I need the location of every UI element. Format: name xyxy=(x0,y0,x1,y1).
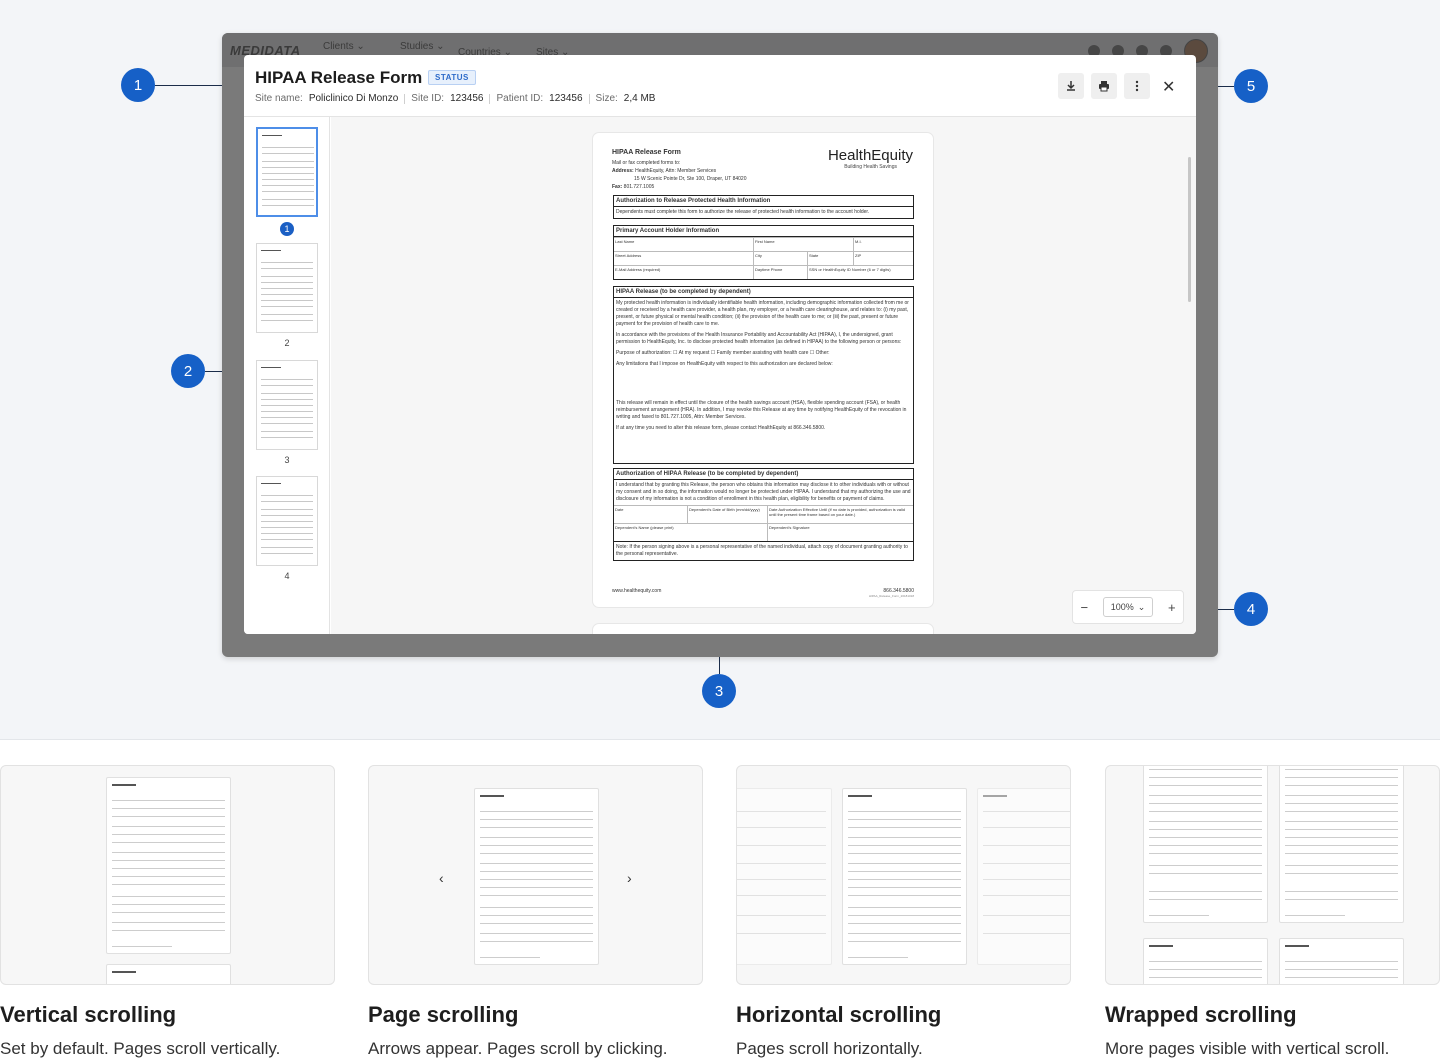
mini-page xyxy=(474,788,599,965)
doc-section: Authorization to Release Protected Healt… xyxy=(613,195,914,219)
mini-page xyxy=(106,964,231,984)
size-value: 2,4 MB xyxy=(623,93,656,104)
mini-page xyxy=(1279,938,1404,984)
document-page: HIPAA Release Form Mail or fax completed… xyxy=(593,133,933,607)
doc-footer-url: www.healthequity.com xyxy=(612,588,662,594)
mini-page xyxy=(106,777,231,954)
wrapped-scrolling-preview xyxy=(1105,765,1440,985)
card-title: Wrapped scrolling xyxy=(1105,1002,1297,1027)
mini-page xyxy=(842,788,967,965)
print-button[interactable] xyxy=(1091,73,1117,99)
size-label: Size: xyxy=(595,93,618,104)
doc-section: HIPAA Release (to be completed by depend… xyxy=(613,286,914,464)
download-button[interactable] xyxy=(1058,73,1084,99)
healthequity-logo: HealthEquity xyxy=(827,147,913,164)
card-description: More pages visible with vertical scroll. xyxy=(1105,1039,1390,1058)
more-button[interactable] xyxy=(1124,73,1150,99)
callout-line xyxy=(1218,86,1234,87)
patient-id-value: 123456 xyxy=(549,93,583,104)
callout-badge: 2 xyxy=(171,354,205,388)
card-title: Page scrolling xyxy=(368,1002,519,1027)
modal-header: HIPAA Release Form STATUS Site name: Pol… xyxy=(244,55,1196,117)
page-scrolling-preview: ‹ › xyxy=(368,765,703,985)
divider xyxy=(404,93,406,104)
card-title: Horizontal scrolling xyxy=(736,1002,942,1027)
thumbnail-sidebar[interactable]: 1 2 3 4 xyxy=(244,117,330,634)
card-description: Set by default. Pages scroll vertically. xyxy=(0,1039,281,1058)
site-name-label: Site name: xyxy=(255,93,303,104)
callout-badge: 1 xyxy=(121,68,155,102)
document-canvas[interactable]: HIPAA Release Form Mail or fax completed… xyxy=(331,117,1196,634)
site-name-value: Policlinico Di Monzo xyxy=(308,93,399,104)
site-id-label: Site ID: xyxy=(411,93,445,104)
status-badge: STATUS xyxy=(428,70,476,85)
close-button[interactable]: ✕ xyxy=(1162,77,1175,97)
document-viewer-modal: HIPAA Release Form STATUS Site name: Pol… xyxy=(244,55,1196,634)
doc-section: Primary Account Holder Information Last … xyxy=(613,225,914,280)
callout-line xyxy=(719,657,720,674)
thumbnail-page[interactable] xyxy=(256,127,318,217)
callout-badge: 4 xyxy=(1234,592,1268,626)
chevron-down-icon: ⌄ xyxy=(1137,601,1146,612)
thumbnail-number: 4 xyxy=(284,571,290,581)
card-description: Pages scroll horizontally. xyxy=(736,1039,923,1058)
healthequity-tagline: Building Health Savings xyxy=(844,164,897,170)
doc-title: HIPAA Release Form xyxy=(612,149,681,156)
thumbnail-page[interactable] xyxy=(256,476,318,566)
horizontal-scrolling-preview xyxy=(736,765,1071,985)
zoom-out-button[interactable]: − xyxy=(1080,600,1088,615)
callout-line xyxy=(155,85,222,86)
nav-clients[interactable]: Clients ⌄ xyxy=(323,41,365,52)
thumbnail-number: 1 xyxy=(280,222,294,236)
thumbnail-number: 3 xyxy=(284,455,290,465)
page-title: HIPAA Release Form xyxy=(255,68,423,87)
mini-page xyxy=(1143,766,1268,923)
vertical-scrolling-preview xyxy=(0,765,335,985)
divider xyxy=(489,93,491,104)
zoom-select[interactable]: 100% ⌄ xyxy=(1103,597,1153,617)
thumbnail-page[interactable] xyxy=(256,360,318,450)
previous-page-icon[interactable]: ‹ xyxy=(439,870,444,886)
callout-badge: 3 xyxy=(702,674,736,708)
zoom-control: − 100% ⌄ + xyxy=(1072,590,1184,624)
scrollbar[interactable] xyxy=(1188,157,1191,302)
document-page xyxy=(593,624,933,634)
callout-line xyxy=(205,371,222,372)
divider xyxy=(588,93,590,104)
nav-studies[interactable]: Studies ⌄ xyxy=(400,41,445,52)
download-icon xyxy=(1067,81,1075,91)
mini-page xyxy=(737,788,832,965)
next-page-icon[interactable]: › xyxy=(627,870,632,886)
more-vertical-icon xyxy=(1135,80,1139,92)
doc-section: Authorization of HIPAA Release (to be co… xyxy=(613,468,914,561)
thumbnail-number: 2 xyxy=(284,338,290,348)
doc-footer-phone: 866.346.5800 HIPAA_Release_Form_20181018 xyxy=(868,588,914,598)
thumbnail-page[interactable] xyxy=(256,243,318,333)
doc-mail-info: Mail or fax completed forms to: Address:… xyxy=(612,160,747,190)
card-description: Arrows appear. Pages scroll by clicking. xyxy=(368,1039,668,1058)
card-title: Vertical scrolling xyxy=(0,1002,177,1027)
mini-page xyxy=(1143,938,1268,984)
mini-page xyxy=(1279,766,1404,923)
patient-id-label: Patient ID: xyxy=(496,93,544,104)
site-id-value: 123456 xyxy=(450,93,484,104)
print-icon xyxy=(1099,81,1109,92)
callout-line xyxy=(1218,609,1234,610)
mini-page xyxy=(977,788,1070,965)
document-meta: Site name: Policlinico Di Monzo Site ID:… xyxy=(255,93,655,104)
callout-badge: 5 xyxy=(1234,69,1268,103)
zoom-in-button[interactable]: + xyxy=(1168,600,1176,615)
